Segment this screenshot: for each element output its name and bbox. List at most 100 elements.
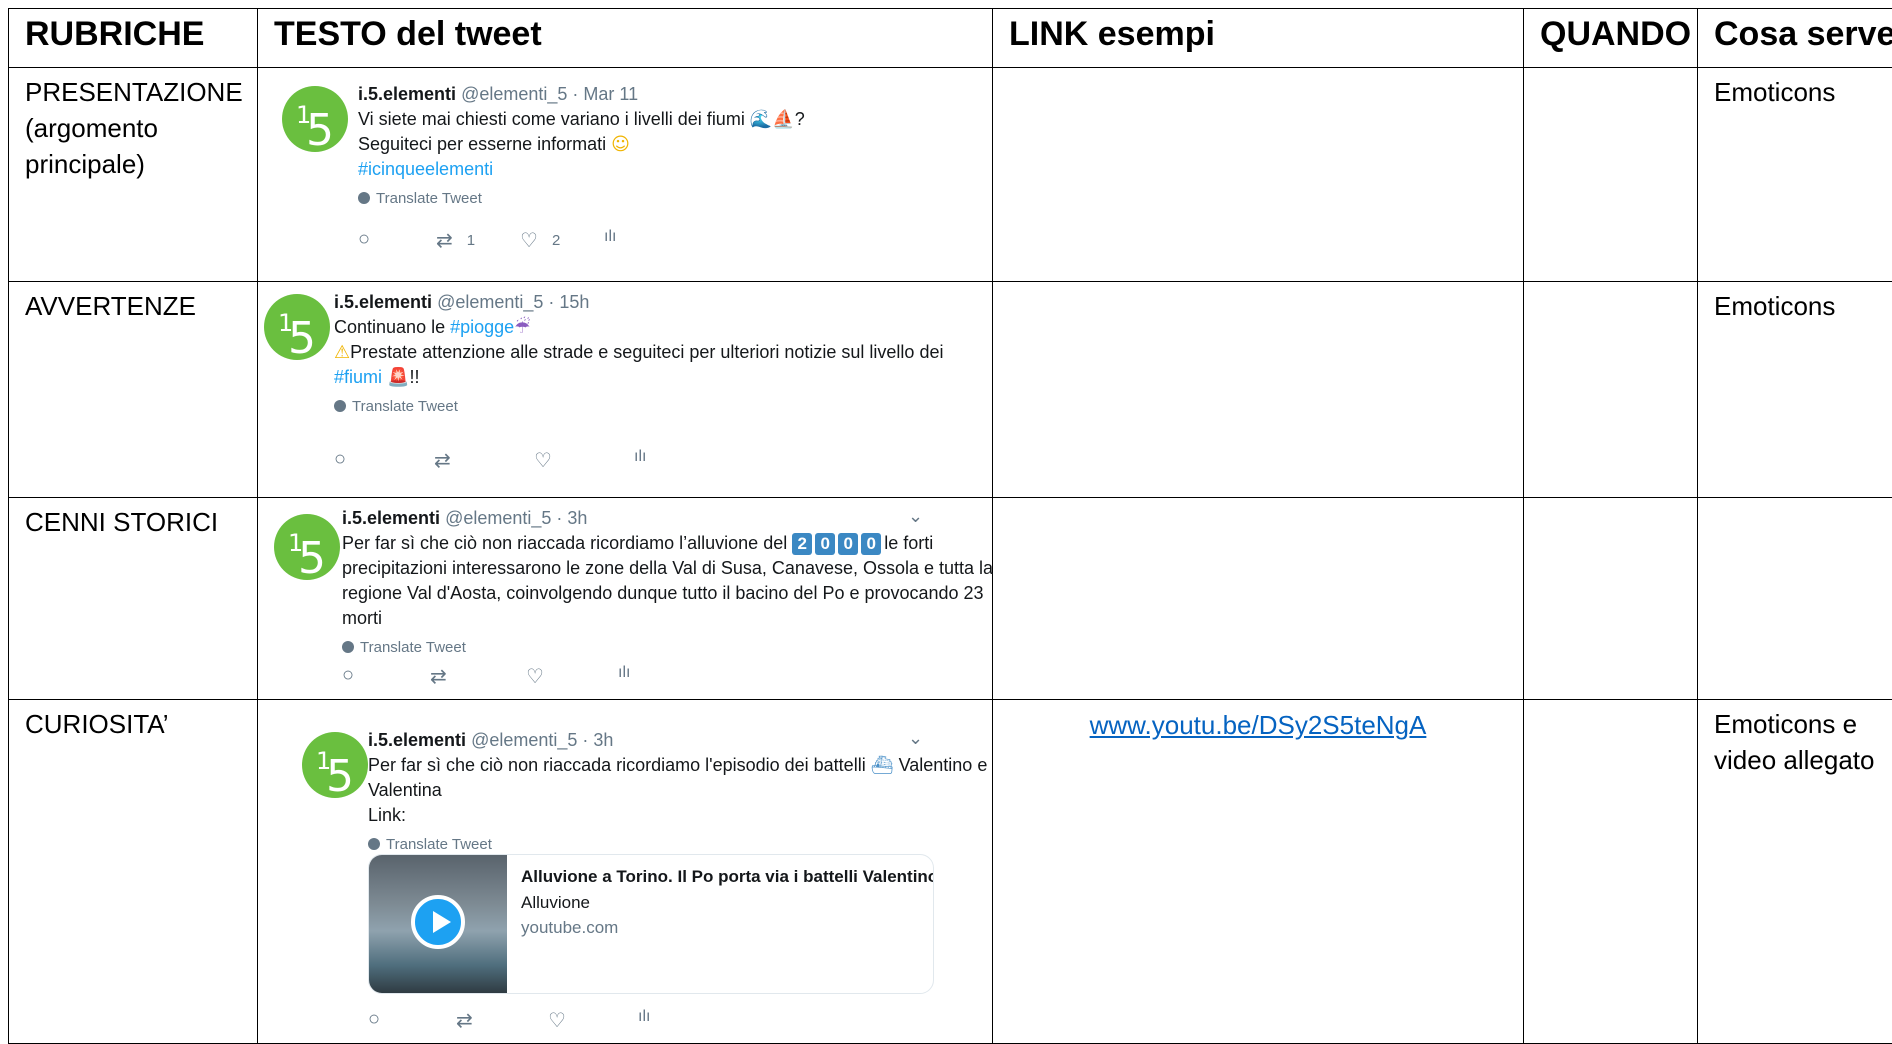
- video-thumbnail[interactable]: [369, 855, 507, 993]
- tweet-cell: 15 ⌄ i.5.elementi @elementi_5 · 3h Per f…: [258, 700, 993, 1044]
- tweet-cell: 15 i.5.elementi @elementi_5 · Mar 11 Vi …: [258, 68, 993, 282]
- translate-tweet-link[interactable]: Translate Tweet: [358, 190, 805, 207]
- warning-emoji-icon: ⚠: [334, 340, 350, 365]
- tweet-text-line: Valentina: [368, 778, 987, 803]
- tweet-text-line: Per far sì che ciò non riaccada ricordia…: [368, 755, 866, 775]
- tweet-text-line: regione Val d'Aosta, coinvolgendo dunque…: [342, 581, 993, 606]
- play-icon[interactable]: [411, 895, 465, 949]
- tweet-text-line: Per far sì che ciò non riaccada ricordia…: [342, 533, 787, 553]
- youtube-link[interactable]: www.youtu.be/DSy2S5teNgA: [1090, 710, 1427, 740]
- analytics-icon[interactable]: ılı: [638, 1008, 650, 1026]
- globe-icon: [342, 641, 354, 653]
- boat-emoji-icon: ⛴: [871, 753, 894, 778]
- translate-tweet-link[interactable]: Translate Tweet: [368, 836, 987, 853]
- like-icon[interactable]: ♡: [548, 1008, 566, 1033]
- cosa-serve-cell: Emoticons: [1698, 68, 1892, 282]
- tweet-actions: ○ ⇄ ♡ ılı: [334, 448, 654, 478]
- tweet-text-line: Prestate attenzione alle strade e seguit…: [350, 342, 943, 362]
- digit-emoji-icon: 0: [838, 533, 858, 555]
- header-row: RUBRICHE TESTO del tweet LINK esempi QUA…: [9, 9, 1892, 68]
- analytics-icon[interactable]: ılı: [604, 228, 616, 246]
- translate-tweet-link[interactable]: Translate Tweet: [334, 398, 943, 415]
- tweet-handle[interactable]: @elementi_5 · 3h: [471, 730, 613, 750]
- digit-emoji-icon: 0: [815, 533, 835, 555]
- avatar[interactable]: 15: [274, 514, 340, 580]
- tweet-text-suffix: le forti: [884, 533, 933, 553]
- digit-emoji-icon: 0: [861, 533, 881, 555]
- header-link: LINK esempi: [993, 9, 1524, 68]
- reply-icon[interactable]: ○: [334, 448, 346, 471]
- cosa-serve-cell: Emoticons: [1698, 282, 1892, 498]
- header-rubriche: RUBRICHE: [9, 9, 258, 68]
- header-quando: QUANDO: [1524, 9, 1698, 68]
- rubrica-cell: AVVERTENZE: [9, 282, 258, 498]
- wave-emoji-icon: 🌊: [750, 107, 772, 132]
- table-row: CURIOSITA’ 15 ⌄ i.5.elementi @elementi_5…: [9, 700, 1892, 1044]
- link-cell: [993, 498, 1524, 700]
- avatar[interactable]: 15: [264, 294, 330, 360]
- tweet-text-line: Continuano le: [334, 317, 445, 337]
- rubrica-cell: PRESENTAZIONE (argomento principale): [9, 68, 258, 282]
- translate-tweet-link[interactable]: Translate Tweet: [342, 639, 993, 656]
- link-cell: [993, 282, 1524, 498]
- tweet-text-line: Link:: [368, 803, 987, 828]
- boat-emoji-icon: ⛵: [772, 107, 794, 132]
- translate-label: Translate Tweet: [386, 836, 492, 853]
- tweet-handle[interactable]: @elementi_5 · 3h: [445, 508, 587, 528]
- tweet-author-name[interactable]: i.5.elementi: [358, 84, 456, 104]
- tweet-text-line: Vi siete mai chiesti come variano i live…: [358, 109, 745, 129]
- retweet-icon[interactable]: ⇄1: [436, 228, 475, 253]
- link-cell: [993, 68, 1524, 282]
- smile-emoji-icon: ☺: [611, 132, 630, 157]
- translate-label: Translate Tweet: [376, 190, 482, 207]
- retweet-icon[interactable]: ⇄: [430, 664, 447, 689]
- tweet-actions: ○ ⇄ ♡ ılı: [342, 664, 662, 694]
- quando-cell: [1524, 68, 1698, 282]
- card-title[interactable]: Alluvione a Torino. Il Po porta via i ba…: [521, 867, 934, 887]
- avatar[interactable]: 15: [302, 732, 368, 798]
- tweet-text-suffix: Valentino e: [899, 755, 988, 775]
- tweet-author-name[interactable]: i.5.elementi: [368, 730, 466, 750]
- tweet-author-name[interactable]: i.5.elementi: [334, 292, 432, 312]
- siren-emoji-icon: 🚨: [387, 365, 409, 390]
- umbrella-rain-emoji-icon: ☔: [514, 315, 530, 340]
- hashtag-link[interactable]: #fiumi: [334, 367, 382, 387]
- tweet-actions: ○ ⇄1 ♡2 ılı: [358, 228, 658, 258]
- like-count: 2: [552, 232, 560, 249]
- avatar[interactable]: 15: [282, 86, 348, 152]
- tweet: 15 i.5.elementi @elementi_5 · 15h Contin…: [258, 282, 992, 488]
- card-subtitle: Alluvione: [521, 893, 590, 913]
- tweet-handle[interactable]: @elementi_5 · 15h: [437, 292, 589, 312]
- globe-icon: [358, 192, 370, 204]
- analytics-icon[interactable]: ılı: [618, 664, 630, 682]
- tweet-handle[interactable]: @elementi_5 · Mar 11: [461, 84, 638, 104]
- cosa-serve-cell: [1698, 498, 1892, 700]
- retweet-count: 1: [467, 232, 475, 249]
- tweet-cell: 15 i.5.elementi @elementi_5 · 15h Contin…: [258, 282, 993, 498]
- reply-icon[interactable]: ○: [342, 664, 354, 687]
- translate-label: Translate Tweet: [360, 639, 466, 656]
- retweet-icon[interactable]: ⇄: [456, 1008, 473, 1033]
- quando-cell: [1524, 282, 1698, 498]
- digit-emoji-icon: 2: [792, 533, 812, 555]
- reply-icon[interactable]: ○: [358, 228, 370, 251]
- hashtag-link[interactable]: #icinqueelementi: [358, 159, 493, 179]
- like-icon[interactable]: ♡2: [520, 228, 560, 253]
- tweet-cell: 15 ⌄ i.5.elementi @elementi_5 · 3h Per f…: [258, 498, 993, 700]
- tweet: 15 ⌄ i.5.elementi @elementi_5 · 3h Per f…: [258, 700, 992, 1036]
- rubrica-cell: CENNI STORICI: [9, 498, 258, 700]
- reply-icon[interactable]: ○: [368, 1008, 380, 1031]
- tweet-text-line: precipitazioni interessarono le zone del…: [342, 556, 993, 581]
- like-icon[interactable]: ♡: [526, 664, 544, 689]
- analytics-icon[interactable]: ılı: [634, 448, 646, 466]
- rubriche-table: RUBRICHE TESTO del tweet LINK esempi QUA…: [8, 8, 1892, 1044]
- tweet: 15 i.5.elementi @elementi_5 · Mar 11 Vi …: [258, 68, 992, 274]
- tweet-text-suffix: !!: [409, 367, 419, 387]
- header-cosa-serve: Cosa serve: [1698, 9, 1892, 68]
- like-icon[interactable]: ♡: [534, 448, 552, 473]
- tweet-author-name[interactable]: i.5.elementi: [342, 508, 440, 528]
- video-card[interactable]: Alluvione a Torino. Il Po porta via i ba…: [368, 854, 934, 994]
- tweet-text-line: Seguiteci per esserne informati: [358, 134, 606, 154]
- hashtag-link[interactable]: #piogge: [450, 317, 514, 337]
- retweet-icon[interactable]: ⇄: [434, 448, 451, 473]
